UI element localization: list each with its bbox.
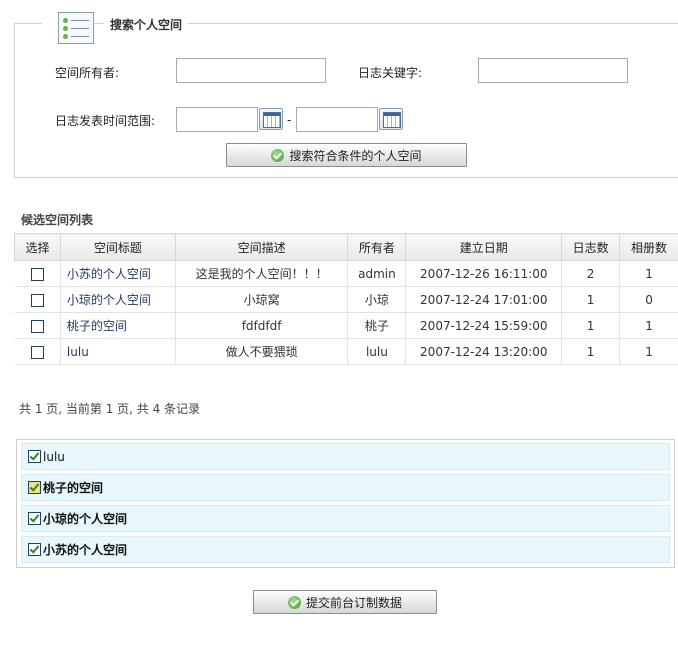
column-header: 空间描述 (174, 233, 349, 261)
owner-input[interactable] (176, 58, 326, 83)
checked-checkbox[interactable] (28, 481, 41, 494)
created-date: 2007-12-24 17:01:00 (405, 286, 563, 313)
space-title-link[interactable]: 小苏的个人空间 (60, 260, 176, 287)
album-count: 1 (619, 312, 678, 339)
check-circle-icon (287, 595, 301, 609)
selected-item[interactable]: 小苏的个人空间 (21, 536, 670, 563)
log-count: 1 (561, 338, 621, 365)
calendar-icon[interactable] (259, 108, 283, 130)
document-list-icon (42, 4, 94, 46)
row-select-checkbox[interactable] (30, 293, 44, 307)
date-separator: - (287, 113, 292, 127)
row-select-checkbox[interactable] (30, 319, 44, 333)
space-owner: 小琼 (347, 286, 407, 313)
row-select-checkbox[interactable] (30, 345, 44, 359)
checked-checkbox[interactable] (28, 450, 41, 463)
selected-item[interactable]: lulu (21, 443, 670, 470)
space-owner: admin (347, 260, 407, 287)
log-count: 1 (561, 312, 621, 339)
column-header: 日志数 (561, 233, 621, 261)
table-header-row: 选择 空间标题 空间描述 所有者 建立日期 日志数 相册数 (14, 233, 678, 261)
log-count: 1 (561, 286, 621, 313)
candidate-list-title: 候选空间列表 (21, 213, 94, 227)
row-select-checkbox[interactable] (30, 267, 44, 281)
selected-item-label: 桃子的空间 (43, 481, 104, 495)
created-date: 2007-12-24 13:20:00 (405, 338, 563, 365)
space-owner: lulu (347, 338, 407, 365)
column-header: 所有者 (347, 233, 407, 261)
owner-label: 空间所有者: (55, 66, 120, 80)
space-description: 做人不要猥琐 (175, 338, 349, 365)
album-count: 1 (619, 338, 678, 365)
created-date: 2007-12-24 15:59:00 (405, 312, 563, 339)
column-header: 建立日期 (405, 233, 563, 261)
space-title-link[interactable]: lulu (60, 338, 176, 365)
column-header: 空间标题 (59, 233, 176, 261)
calendar-icon[interactable] (379, 108, 403, 130)
submit-button[interactable]: 提交前台订制数据 (253, 590, 437, 614)
column-header: 相册数 (619, 233, 678, 261)
search-button-label: 搜索符合条件的个人空间 (289, 148, 422, 163)
space-description: 这是我的个人空间！！！ (175, 260, 349, 287)
search-button[interactable]: 搜索符合条件的个人空间 (226, 143, 467, 167)
checked-checkbox[interactable] (28, 543, 41, 556)
candidate-table: 选择 空间标题 空间描述 所有者 建立日期 日志数 相册数 小苏的个人空间 这是… (14, 233, 678, 365)
date-range-label: 日志发表时间范围: (55, 114, 156, 128)
selected-item-label: lulu (43, 449, 65, 464)
date-to-input[interactable] (296, 107, 378, 132)
keyword-input[interactable] (478, 58, 628, 83)
date-from-input[interactable] (176, 107, 258, 132)
selected-item[interactable]: 小琼的个人空间 (21, 505, 670, 532)
search-title: 搜索个人空间 (104, 16, 189, 33)
table-row: 桃子的空间 fdfdfdf 桃子 2007-12-24 15:59:00 1 1 (14, 312, 678, 339)
table-row: 小琼的个人空间 小琼窝 小琼 2007-12-24 17:01:00 1 0 (14, 286, 678, 313)
column-header: 选择 (14, 233, 61, 261)
space-description: fdfdfdf (175, 312, 349, 339)
table-row: lulu 做人不要猥琐 lulu 2007-12-24 13:20:00 1 1 (14, 338, 678, 365)
table-row: 小苏的个人空间 这是我的个人空间！！！ admin 2007-12-26 16:… (14, 260, 678, 287)
selected-item-label: 小琼的个人空间 (43, 512, 128, 526)
checked-checkbox[interactable] (28, 512, 41, 525)
space-description: 小琼窝 (175, 286, 349, 313)
album-count: 0 (619, 286, 678, 313)
album-count: 1 (619, 260, 678, 287)
space-title-link[interactable]: 桃子的空间 (60, 312, 176, 339)
selected-item[interactable]: 桃子的空间 (21, 474, 670, 501)
created-date: 2007-12-26 16:11:00 (405, 260, 563, 287)
submit-button-label: 提交前台订制数据 (305, 595, 402, 610)
space-title-link[interactable]: 小琼的个人空间 (60, 286, 176, 313)
log-count: 2 (561, 260, 621, 287)
selected-spaces-panel: lulu 桃子的空间 小琼的个人空间 小苏的个人空间 (16, 439, 675, 568)
selected-item-label: 小苏的个人空间 (43, 543, 128, 557)
keyword-label: 日志关键字: (358, 66, 423, 80)
space-owner: 桃子 (347, 312, 407, 339)
pagination-info: 共 1 页, 当前第 1 页, 共 4 条记录 (19, 402, 201, 416)
check-circle-icon (271, 148, 285, 162)
